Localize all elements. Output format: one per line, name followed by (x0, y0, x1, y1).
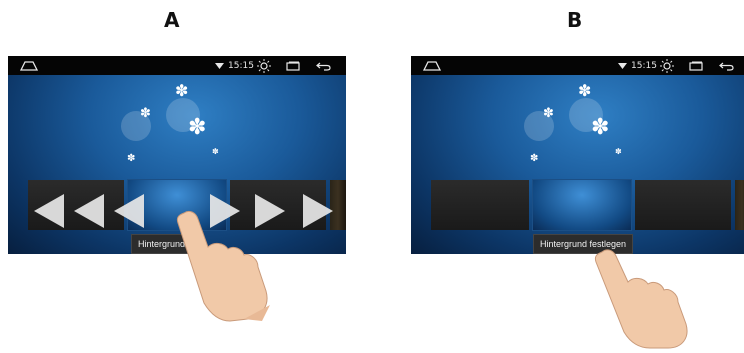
hand-pointer-icon (594, 249, 688, 349)
fish-icon: ✽ (615, 147, 622, 156)
swipe-left-arrow-icon (74, 194, 104, 228)
status-bar: 15:15 (8, 56, 346, 75)
swipe-left-arrow-icon (34, 194, 64, 228)
wallpaper-thumbnail-strip[interactable] (411, 179, 744, 231)
brightness-icon[interactable] (256, 56, 272, 75)
swipe-right-arrow-icon (303, 194, 333, 228)
fish-icon: ✽ (175, 83, 189, 100)
home-icon[interactable] (18, 56, 40, 75)
wallpaper-thumbnail[interactable] (431, 180, 529, 230)
wallpaper-thumbnail[interactable] (635, 180, 731, 230)
fish-icon: ✽ (530, 153, 539, 164)
home-icon[interactable] (421, 56, 443, 75)
fish-icon: ✽ (578, 83, 592, 100)
wifi-icon (213, 56, 225, 75)
hand-pointer-icon (176, 210, 270, 322)
brightness-icon[interactable] (659, 56, 675, 75)
wallpaper-thumbnail-selected[interactable] (532, 179, 632, 231)
fish-icon: ✽ (127, 153, 136, 164)
recent-apps-icon[interactable] (687, 56, 705, 75)
panel-label-b: B (567, 8, 583, 32)
swipe-left-arrow-icon (114, 194, 144, 228)
back-icon[interactable] (716, 56, 736, 75)
clock-text: 15:15 (631, 60, 657, 71)
device-screen-b: 15:15 ✽ ✽ ✽ ✽ ✽ Hintergrund festlegen (411, 56, 744, 254)
clock-text: 15:15 (228, 60, 254, 71)
panel-label-a: A (164, 8, 180, 32)
status-bar: 15:15 (411, 56, 744, 75)
wallpaper-thumbnail[interactable] (735, 180, 744, 230)
back-icon[interactable] (313, 56, 333, 75)
fish-icon: ✽ (140, 105, 151, 120)
fish-icon: ✽ (212, 147, 219, 156)
recent-apps-icon[interactable] (284, 56, 302, 75)
fish-icon: ✽ (188, 114, 207, 139)
wifi-icon (616, 56, 628, 75)
fish-icon: ✽ (591, 114, 610, 139)
fish-icon: ✽ (543, 105, 554, 120)
